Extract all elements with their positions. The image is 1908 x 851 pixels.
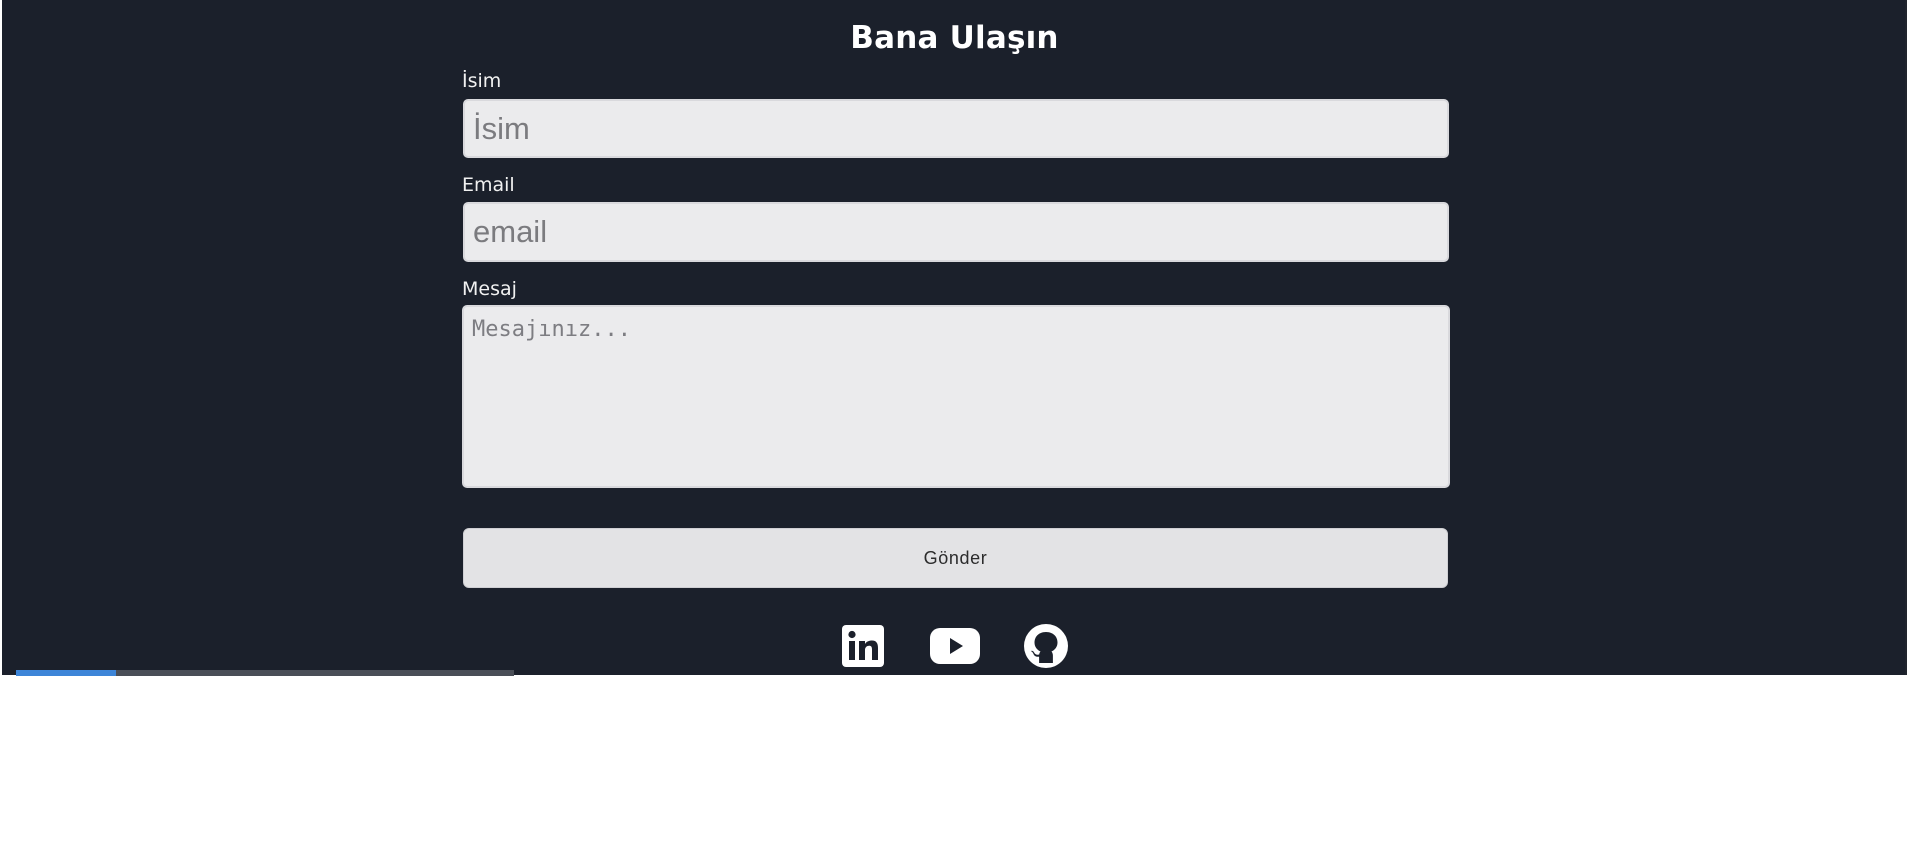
linkedin-link[interactable] [840, 622, 886, 670]
linkedin-icon [842, 625, 884, 667]
youtube-link[interactable] [928, 622, 982, 670]
page-title: Bana Ulaşın [850, 20, 1059, 56]
github-icon [1024, 624, 1068, 668]
submit-button[interactable]: Gönder [463, 528, 1448, 588]
video-progress-fill [16, 670, 116, 676]
video-progress-bar[interactable] [16, 670, 514, 676]
message-textarea[interactable] [462, 305, 1450, 488]
name-label: İsim [462, 70, 502, 92]
screen-viewport: Bana Ulaşın İsim Email Mesaj Gönder [0, 0, 1908, 851]
message-label: Mesaj [462, 278, 517, 300]
email-label: Email [462, 174, 515, 196]
email-input[interactable] [463, 202, 1449, 262]
youtube-icon [930, 628, 980, 664]
github-link[interactable] [1022, 622, 1070, 670]
name-input[interactable] [463, 99, 1449, 158]
contact-section: Bana Ulaşın İsim Email Mesaj Gönder [2, 0, 1907, 676]
